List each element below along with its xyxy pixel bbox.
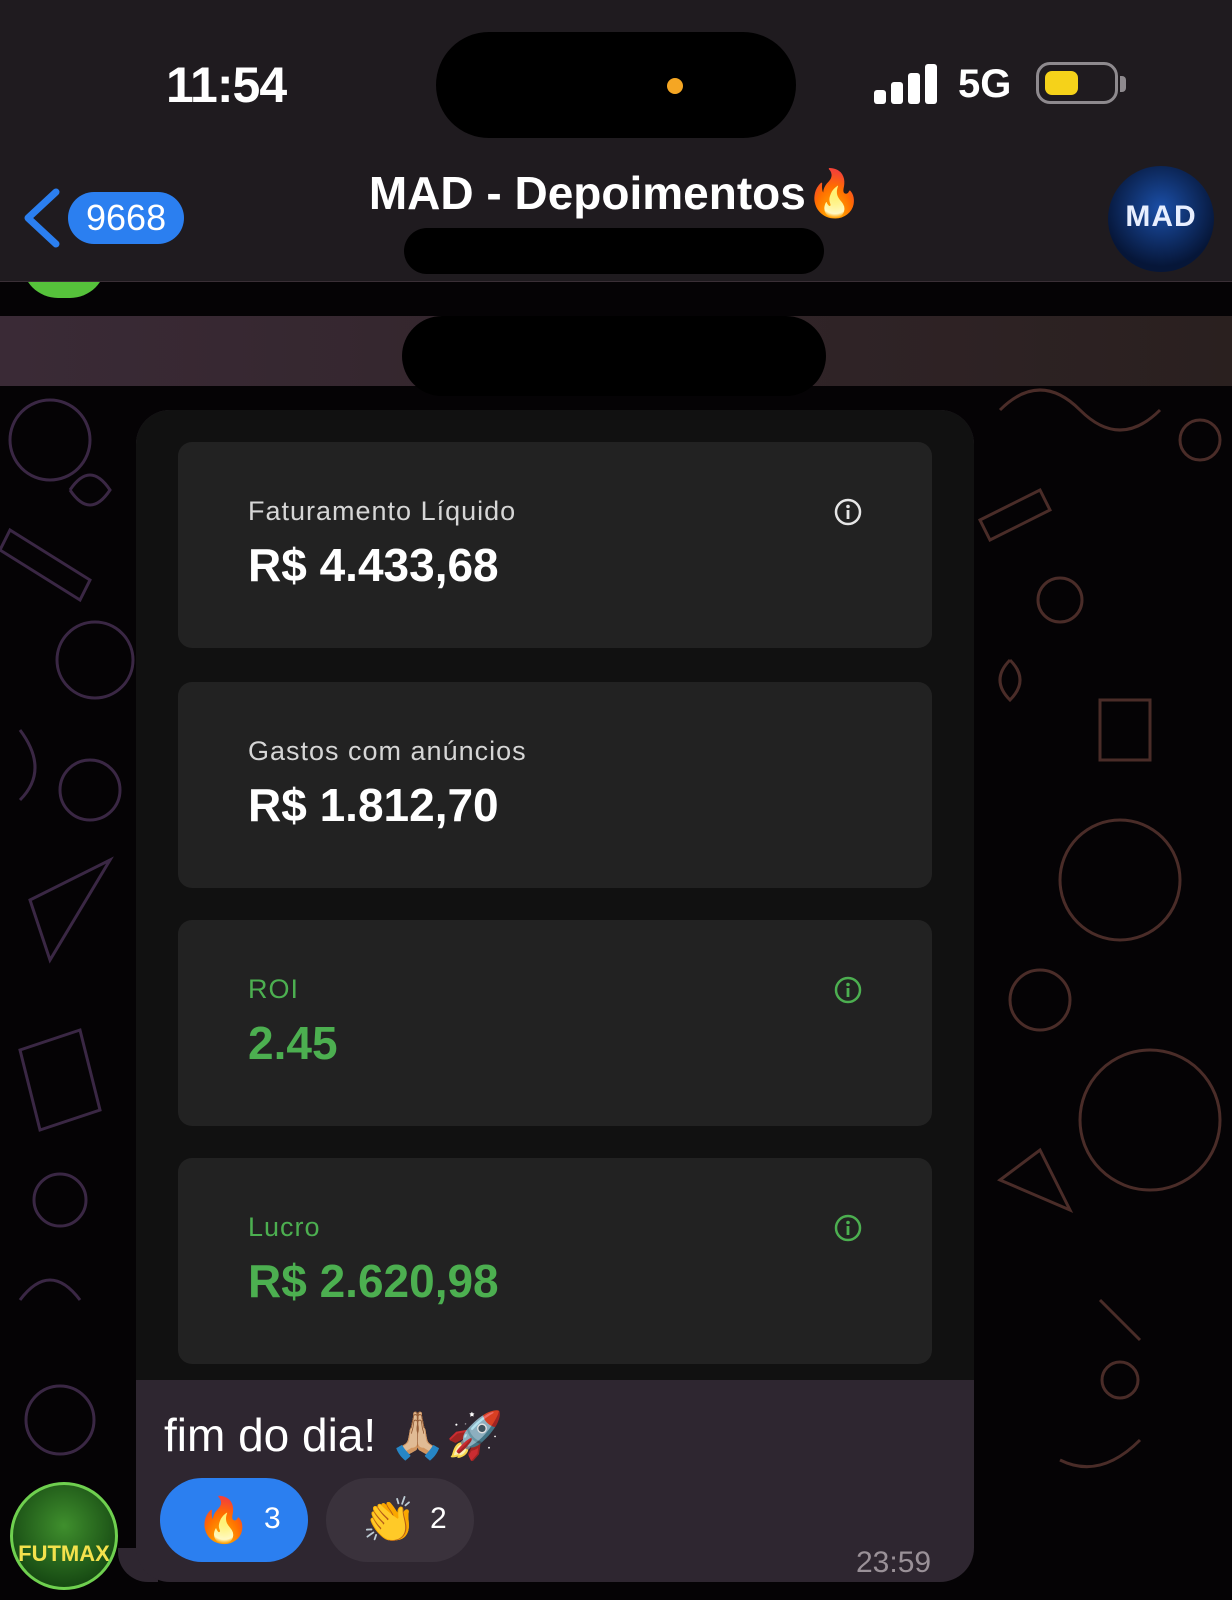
status-time: 11:54 xyxy=(166,57,287,113)
clapping-hands-icon: 👏 xyxy=(362,1496,417,1545)
metric-value: R$ 1.812,70 xyxy=(248,779,499,831)
reaction-count: 2 xyxy=(430,1502,447,1535)
reaction-fire-button[interactable]: 🔥 3 xyxy=(160,1478,308,1562)
metric-value: R$ 4.433,68 xyxy=(248,539,499,591)
unread-count-badge[interactable]: 9668 xyxy=(68,192,185,244)
sender-avatar[interactable]: FUTMAX xyxy=(10,1482,118,1590)
info-icon xyxy=(834,976,862,1004)
chevron-left-icon xyxy=(24,188,60,248)
redacted-pinned-text xyxy=(402,316,826,396)
dynamic-island xyxy=(436,32,796,138)
battery-level xyxy=(1045,71,1078,95)
sender-avatar-label: FUTMAX xyxy=(18,1541,110,1566)
message-bubble[interactable]: Faturamento Líquido R$ 4.433,68 Gastos c… xyxy=(136,410,974,1582)
battery-cap xyxy=(1120,76,1126,92)
reaction-clap-button[interactable]: 👏 2 xyxy=(326,1478,474,1562)
redacted-subtitle xyxy=(404,228,824,274)
navigation-header: 11:54 5G 9668 MAD - Depoimentos🔥 MAD xyxy=(0,0,1232,282)
metric-card-lucro: Lucro R$ 2.620,98 xyxy=(178,1158,932,1364)
dashboard-screenshot[interactable]: Faturamento Líquido R$ 4.433,68 Gastos c… xyxy=(136,410,974,1380)
metric-label: Gastos com anúncios xyxy=(248,736,527,766)
message-timestamp: 23:59 xyxy=(856,1546,932,1579)
info-icon xyxy=(834,1214,862,1242)
metric-value: R$ 2.620,98 xyxy=(248,1255,499,1307)
signal-icon xyxy=(874,62,938,104)
chat-title[interactable]: MAD - Depoimentos🔥 xyxy=(300,166,932,221)
info-icon xyxy=(834,498,862,526)
message-caption: fim do dia! 🙏🏼🚀 xyxy=(164,1409,504,1461)
channel-avatar-label: MAD xyxy=(1125,200,1197,233)
metric-value: 2.45 xyxy=(248,1017,338,1069)
metric-card-roi: ROI 2.45 xyxy=(178,920,932,1126)
channel-avatar[interactable]: MAD xyxy=(1108,166,1214,272)
back-button[interactable] xyxy=(20,186,64,250)
metric-label: Lucro xyxy=(248,1212,321,1242)
metric-label: ROI xyxy=(248,974,300,1004)
metric-card-gastos: Gastos com anúncios R$ 1.812,70 xyxy=(178,682,932,888)
reaction-count: 3 xyxy=(264,1502,281,1535)
privacy-indicator xyxy=(667,78,683,94)
fire-icon: 🔥 xyxy=(196,1496,251,1545)
network-type: 5G xyxy=(958,62,1012,106)
metric-card-faturamento: Faturamento Líquido R$ 4.433,68 xyxy=(178,442,932,648)
battery-icon xyxy=(1036,62,1118,104)
metric-label: Faturamento Líquido xyxy=(248,496,517,526)
